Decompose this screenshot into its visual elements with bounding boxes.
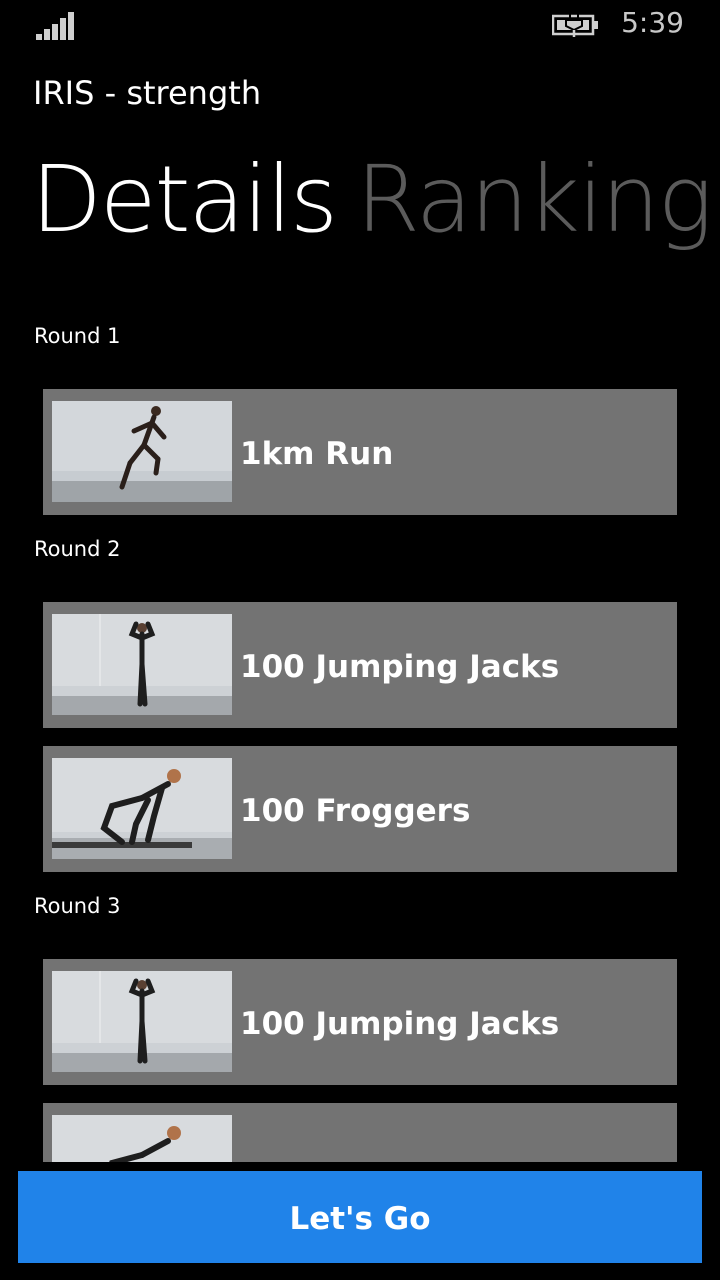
status-bar: 5:39 xyxy=(0,0,720,52)
signal-strength-icon xyxy=(36,12,74,40)
status-clock: 5:39 xyxy=(621,6,684,39)
exercise-card-froggers[interactable] xyxy=(43,1103,677,1162)
round-label-2: Round 2 xyxy=(34,537,121,561)
rounds-list[interactable]: Round 1 1km Run Round 2 100 Jumping Jack… xyxy=(0,300,720,1162)
battery-charging-icon xyxy=(552,13,598,37)
exercise-card-run[interactable]: 1km Run xyxy=(43,389,677,515)
app-title: IRIS - strength xyxy=(33,74,262,112)
lets-go-button[interactable]: Let's Go xyxy=(18,1171,702,1263)
jumping-jacks-thumbnail xyxy=(52,614,232,715)
jumping-jacks-thumbnail xyxy=(52,971,232,1072)
exercise-label: 1km Run xyxy=(240,436,394,472)
tab-ranking[interactable]: Ranking xyxy=(356,140,713,260)
tab-details[interactable]: Details xyxy=(31,140,338,260)
exercise-label: 100 Froggers xyxy=(240,793,471,829)
runner-thumbnail xyxy=(52,401,232,502)
exercise-card-jumping-jacks[interactable]: 100 Jumping Jacks xyxy=(43,959,677,1085)
pivot-header: Details Ranking xyxy=(31,140,720,260)
froggers-thumbnail xyxy=(52,758,232,859)
round-label-1: Round 1 xyxy=(34,324,121,348)
exercise-label: 100 Jumping Jacks xyxy=(240,1006,560,1042)
exercise-card-jumping-jacks[interactable]: 100 Jumping Jacks xyxy=(43,602,677,728)
exercise-label: 100 Jumping Jacks xyxy=(240,649,560,685)
exercise-card-froggers[interactable]: 100 Froggers xyxy=(43,746,677,872)
froggers-thumbnail xyxy=(52,1115,232,1162)
round-label-3: Round 3 xyxy=(34,894,121,918)
